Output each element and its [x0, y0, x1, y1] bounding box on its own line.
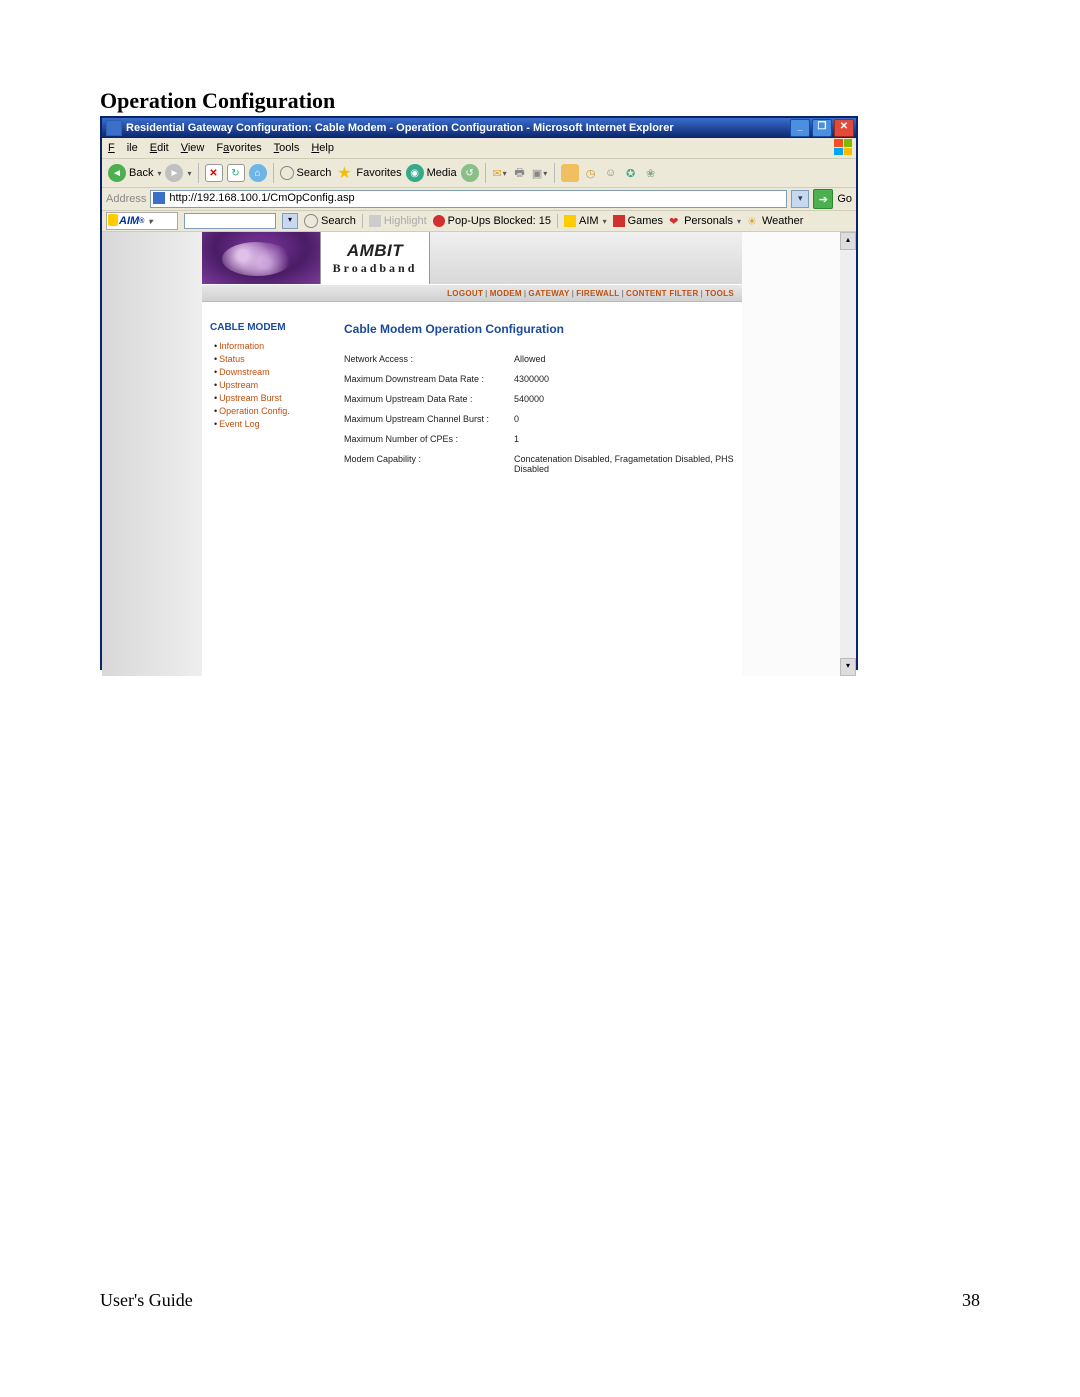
config-table: Network Access : Allowed Maximum Downstr…: [344, 354, 734, 474]
main-column: AMBIT Broadband LOGOUT| MODEM| GATEWAY| …: [202, 232, 742, 676]
back-button[interactable]: ◄ Back ▾: [108, 164, 161, 182]
aim-weather[interactable]: ☀Weather: [747, 215, 803, 227]
sidebar-item-downstream[interactable]: Downstream: [210, 367, 328, 377]
nav-firewall[interactable]: FIREWALL: [576, 289, 619, 298]
menu-file[interactable]: File: [108, 142, 138, 154]
media-button[interactable]: ◉ Media: [406, 164, 457, 182]
page-heading: Operation Configuration: [100, 88, 335, 114]
nav-content-filter[interactable]: CONTENT FILTER: [626, 289, 699, 298]
search-icon: [280, 166, 294, 180]
sidebar-item-upstream[interactable]: Upstream: [210, 380, 328, 390]
person-icon[interactable]: ☺: [603, 165, 619, 181]
search-button[interactable]: Search: [280, 166, 332, 180]
aim-search-input[interactable]: [184, 213, 276, 229]
row-modem-capability: Modem Capability : Concatenation Disable…: [344, 454, 734, 474]
nav-modem[interactable]: MODEM: [490, 289, 522, 298]
page-banner: AMBIT Broadband: [202, 232, 742, 284]
brand-logo: AMBIT Broadband: [320, 232, 430, 284]
left-gutter: [102, 232, 202, 676]
minimize-button[interactable]: _: [790, 119, 810, 137]
folder-button[interactable]: [561, 164, 579, 182]
scroll-down-icon[interactable]: ▾: [840, 658, 856, 676]
star-icon: ★: [335, 164, 353, 182]
aim-personals[interactable]: ❤Personals▾: [669, 215, 741, 227]
ie-icon: [106, 120, 122, 136]
vertical-scrollbar[interactable]: ▴ ▾: [840, 232, 856, 676]
standard-toolbar: ◄ Back ▾ ► ▾ ✕ ↻ ⌂ Search ★ Favorites ◉ …: [102, 159, 856, 188]
sidebar-title: CABLE MODEM: [210, 322, 328, 333]
clock-icon[interactable]: ◷: [583, 165, 599, 181]
history-button[interactable]: ↺: [461, 164, 479, 182]
window-titlebar: Residential Gateway Configuration: Cable…: [102, 118, 856, 138]
content-area: Cable Modem Operation Configuration Netw…: [336, 322, 742, 484]
footer-left: User's Guide: [100, 1290, 193, 1311]
content-viewport: AMBIT Broadband LOGOUT| MODEM| GATEWAY| …: [102, 232, 856, 676]
aim-logo[interactable]: AIM®▾: [106, 212, 178, 230]
scroll-up-icon[interactable]: ▴: [840, 232, 856, 250]
forward-button[interactable]: ► ▾: [165, 164, 191, 182]
aim-toolbar: AIM®▾ ▾ Search Highlight Pop-Ups Blocked…: [102, 211, 856, 232]
row-max-upstream-burst: Maximum Upstream Channel Burst : 0: [344, 414, 734, 424]
forward-arrow-icon: ►: [165, 164, 183, 182]
address-bar: Address http://192.168.100.1/CmOpConfig.…: [102, 188, 856, 211]
back-arrow-icon: ◄: [108, 164, 126, 182]
aim-search-dropdown[interactable]: ▾: [282, 213, 298, 229]
banner-globe-icon: [202, 232, 320, 284]
address-label: Address: [106, 193, 146, 205]
maximize-button[interactable]: ❐: [812, 119, 832, 137]
content-title: Cable Modem Operation Configuration: [344, 322, 734, 336]
refresh-button[interactable]: ↻: [227, 164, 245, 182]
close-button[interactable]: ✕: [834, 119, 854, 137]
nav-gateway[interactable]: GATEWAY: [528, 289, 569, 298]
aim-search-button[interactable]: Search: [304, 214, 356, 228]
stop-button[interactable]: ✕: [205, 164, 223, 182]
sidebar-item-information[interactable]: Information: [210, 341, 328, 351]
sidebar: CABLE MODEM Information Status Downstrea…: [202, 322, 336, 484]
aim-highlight[interactable]: Highlight: [369, 215, 427, 227]
sidebar-item-event-log[interactable]: Event Log: [210, 419, 328, 429]
browser-window: Residential Gateway Configuration: Cable…: [100, 116, 858, 670]
address-dropdown[interactable]: ▾: [791, 190, 809, 208]
favorites-button[interactable]: ★ Favorites: [335, 164, 401, 182]
sidebar-item-upstream-burst[interactable]: Upstream Burst: [210, 393, 328, 403]
edit-button[interactable]: ▣▾: [532, 165, 548, 181]
sidebar-item-status[interactable]: Status: [210, 354, 328, 364]
menu-help[interactable]: Help: [311, 142, 334, 154]
go-label: Go: [837, 193, 852, 205]
row-max-cpes: Maximum Number of CPEs : 1: [344, 434, 734, 444]
address-input[interactable]: http://192.168.100.1/CmOpConfig.asp: [150, 190, 787, 208]
footer-page-number: 38: [962, 1290, 980, 1311]
right-gutter: [742, 232, 840, 676]
menu-edit[interactable]: Edit: [150, 142, 169, 154]
home-button[interactable]: ⌂: [249, 164, 267, 182]
menu-bar: File Edit View Favorites Tools Help: [102, 138, 856, 159]
aim-popups[interactable]: Pop-Ups Blocked: 15: [433, 215, 551, 227]
nav-logout[interactable]: LOGOUT: [447, 289, 483, 298]
extra-icon[interactable]: ❀: [643, 165, 659, 181]
mail-button[interactable]: ✉▾: [492, 165, 508, 181]
menu-tools[interactable]: Tools: [274, 142, 300, 154]
menu-view[interactable]: View: [181, 142, 205, 154]
aim-games[interactable]: Games: [613, 215, 663, 227]
sidebar-item-operation-config[interactable]: Operation Config.: [210, 406, 328, 416]
row-max-downstream: Maximum Downstream Data Rate : 4300000: [344, 374, 734, 384]
nav-tools[interactable]: TOOLS: [705, 289, 734, 298]
menu-favorites[interactable]: Favorites: [216, 142, 261, 154]
window-title: Residential Gateway Configuration: Cable…: [126, 122, 674, 134]
aim-aim-menu[interactable]: AIM▾: [564, 215, 607, 227]
top-nav: LOGOUT| MODEM| GATEWAY| FIREWALL| CONTEN…: [202, 284, 742, 302]
messenger-icon[interactable]: ✪: [623, 165, 639, 181]
windows-flag-icon: [834, 139, 852, 155]
row-max-upstream: Maximum Upstream Data Rate : 540000: [344, 394, 734, 404]
print-button[interactable]: 🖶: [512, 165, 528, 181]
go-button[interactable]: ➔: [813, 189, 833, 209]
row-network-access: Network Access : Allowed: [344, 354, 734, 364]
media-icon: ◉: [406, 164, 424, 182]
